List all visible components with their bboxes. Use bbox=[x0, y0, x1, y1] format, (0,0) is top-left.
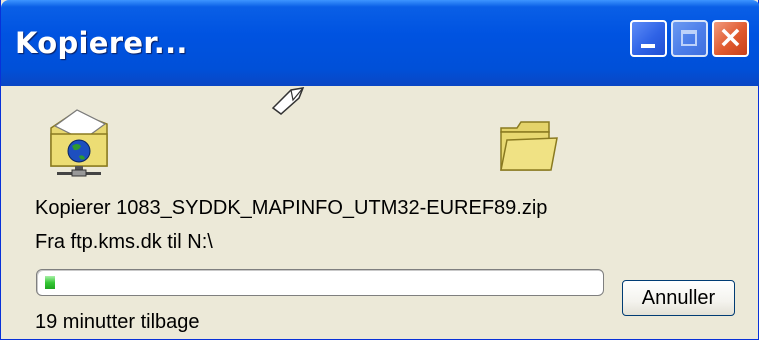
copy-progress-bar bbox=[36, 269, 604, 296]
title-bar[interactable]: Kopierer... × bbox=[1, 0, 759, 86]
minimize-icon bbox=[641, 44, 655, 48]
maximize-button bbox=[671, 20, 708, 57]
cancel-button[interactable]: Annuller bbox=[622, 280, 735, 316]
time-remaining-text: 19 minutter tilbage bbox=[35, 311, 200, 333]
maximize-icon bbox=[681, 30, 697, 46]
copy-progress-dialog: Kopierer... × Kopierer 1083_SYDDK_MAPINF… bbox=[0, 0, 759, 340]
copying-file-text: Kopierer 1083_SYDDK_MAPINFO_UTM32-EUREF8… bbox=[35, 197, 548, 219]
close-button[interactable]: × bbox=[712, 20, 749, 57]
minimize-button[interactable] bbox=[630, 20, 667, 57]
folder-icon bbox=[500, 121, 558, 171]
window-title: Kopierer... bbox=[15, 26, 188, 60]
flying-paper-icon bbox=[271, 87, 305, 115]
network-folder-icon bbox=[50, 109, 108, 177]
progress-fill bbox=[45, 276, 55, 289]
close-icon: × bbox=[717, 20, 744, 55]
from-to-text: Fra ftp.kms.dk til N:\ bbox=[35, 231, 213, 253]
